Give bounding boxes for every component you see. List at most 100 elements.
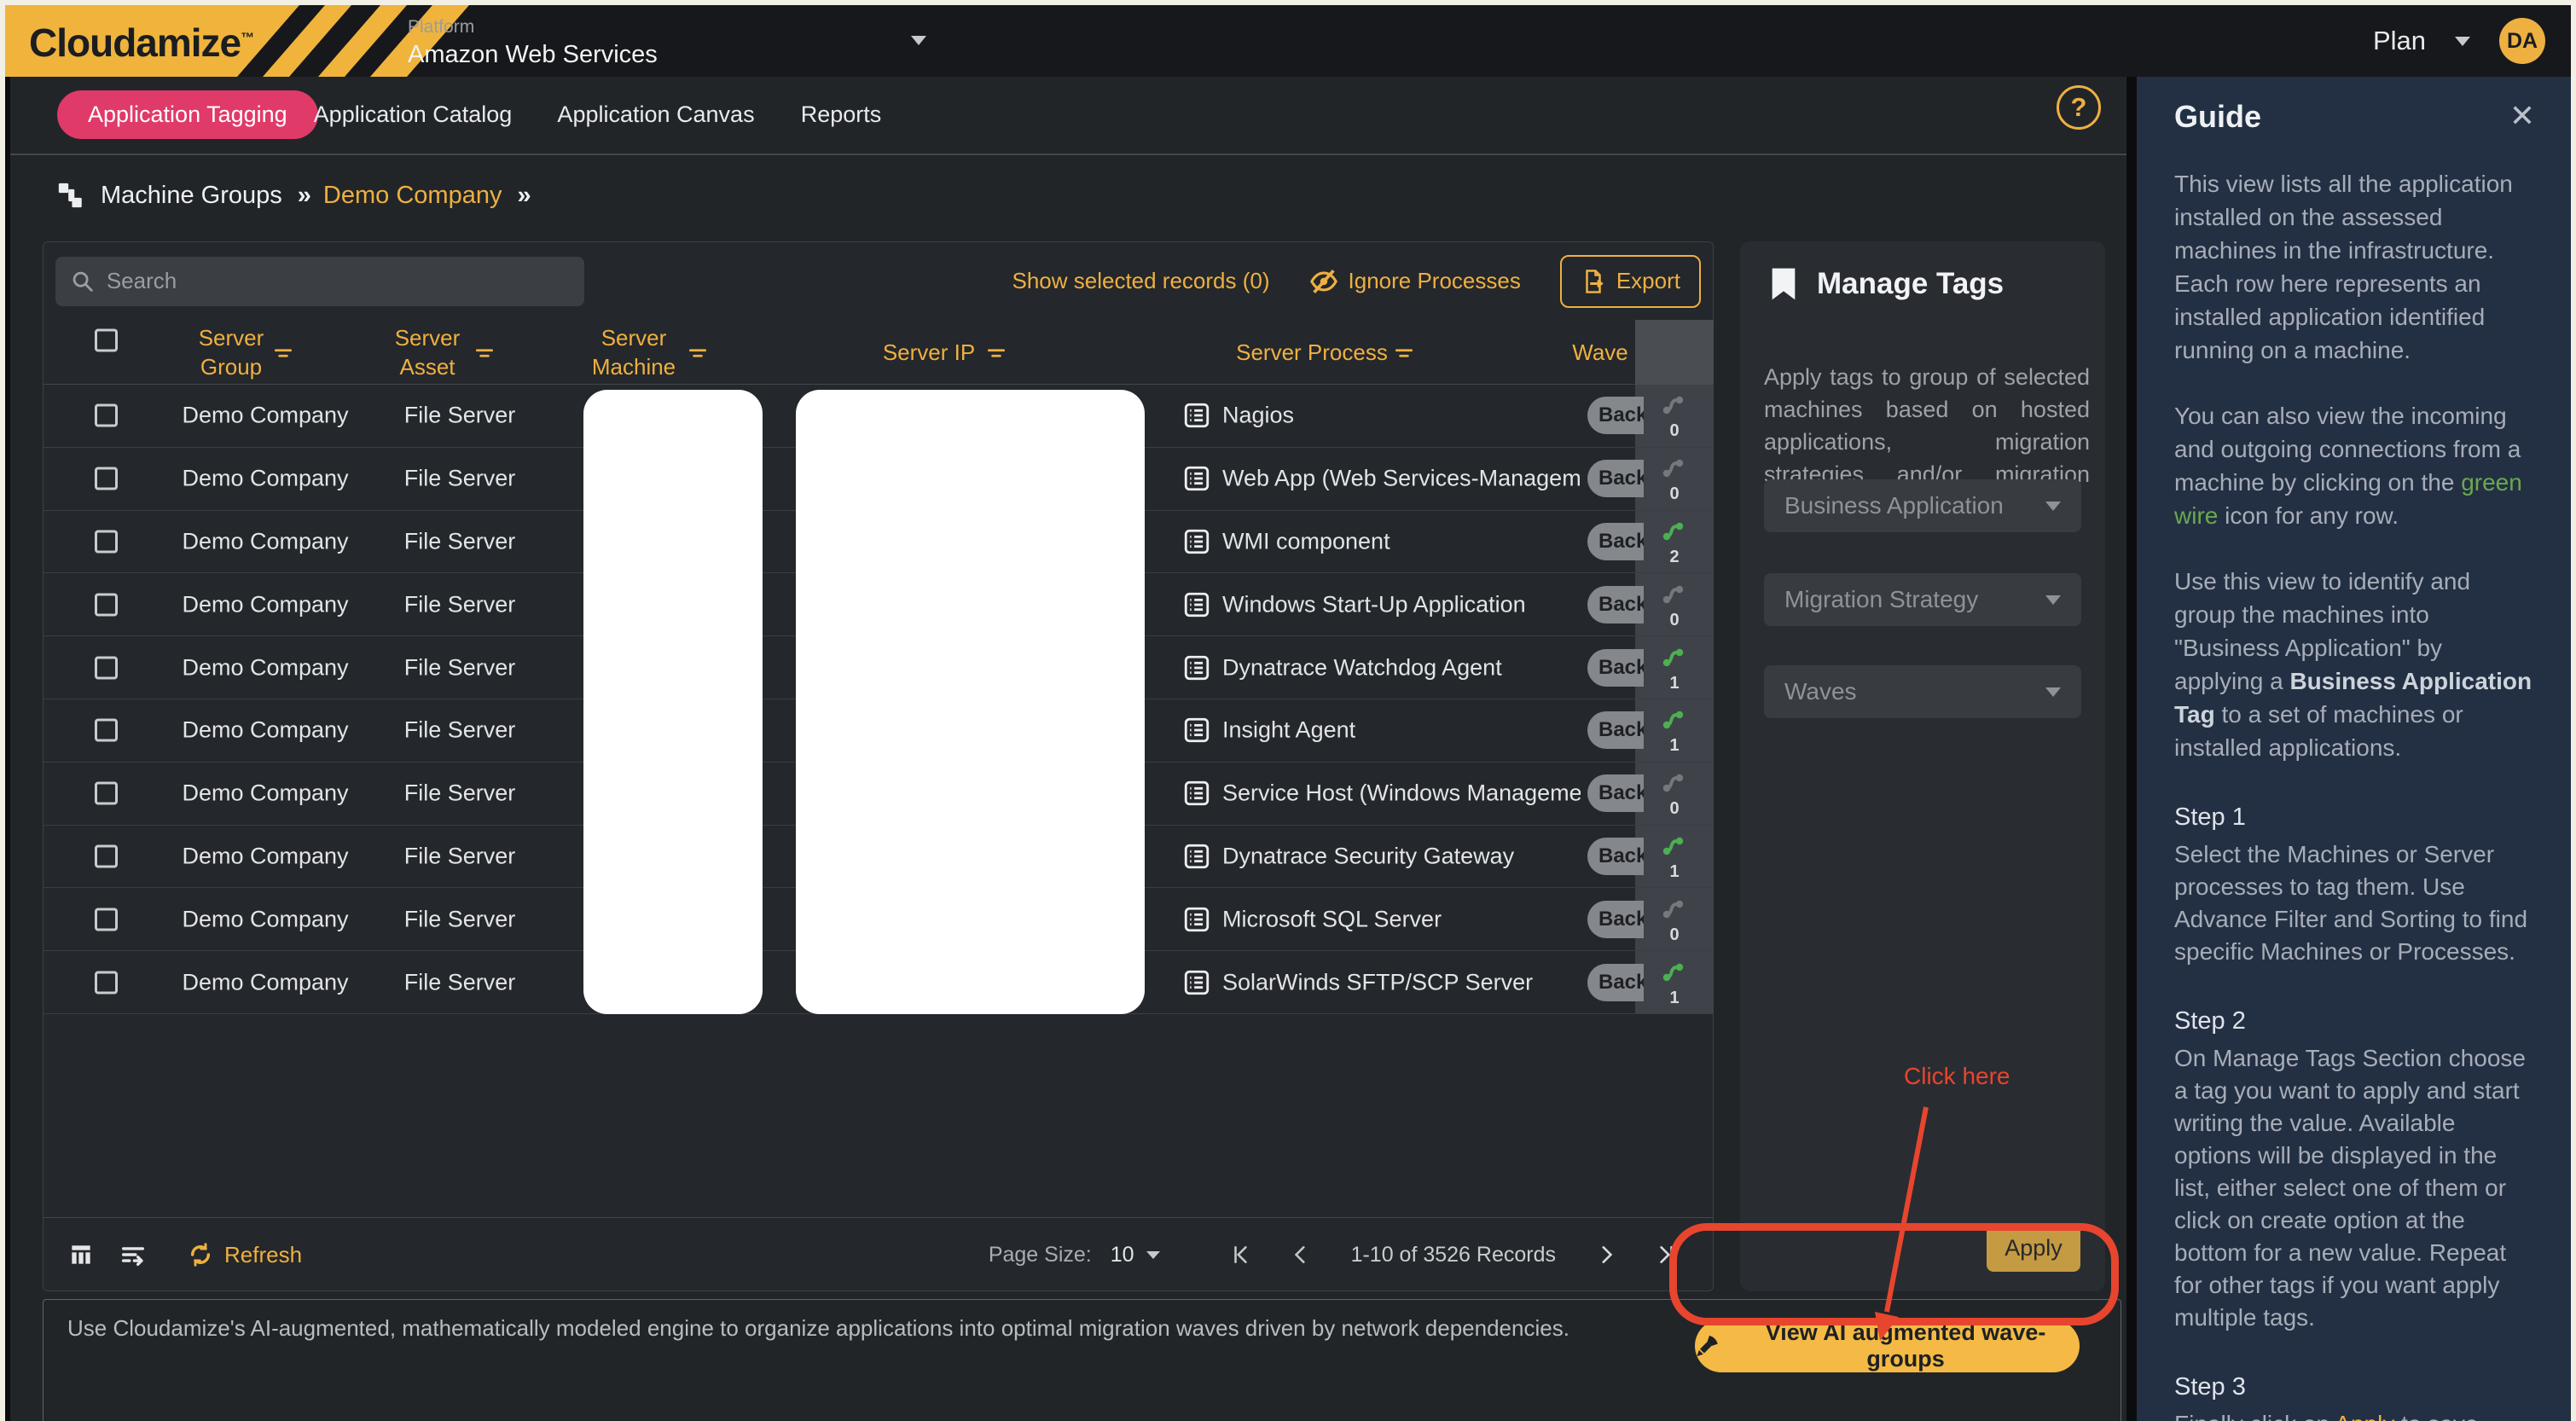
process-icon <box>1182 779 1211 808</box>
prev-page-button[interactable] <box>1271 1244 1331 1266</box>
connections-cell[interactable]: 0 <box>1635 888 1714 950</box>
refresh-button[interactable]: Refresh <box>187 1241 302 1268</box>
wire-icon[interactable] <box>1659 894 1690 925</box>
annotation-arrow <box>1830 1088 1967 1353</box>
search-box[interactable] <box>55 257 584 306</box>
row-checkbox[interactable] <box>95 844 118 867</box>
export-icon <box>1581 269 1606 294</box>
select-all-checkbox[interactable] <box>95 329 118 352</box>
close-icon[interactable]: ✕ <box>2509 101 2535 131</box>
wire-icon[interactable] <box>1659 957 1690 988</box>
ignore-processes-button[interactable]: Ignore Processes <box>1309 267 1521 296</box>
wire-icon[interactable] <box>1659 831 1690 861</box>
business-application-dropdown[interactable]: Business Application <box>1764 479 2081 532</box>
col-server-asset: Server Asset <box>376 323 479 381</box>
show-selected-records[interactable]: Show selected records (0) <box>1012 268 1269 294</box>
connections-cell[interactable]: 2 <box>1635 511 1714 573</box>
tab-application-canvas[interactable]: Application Canvas <box>557 90 754 139</box>
server-process-cell: Web App (Web Services-Management) <box>1222 466 1581 492</box>
breadcrumb-separator: » <box>517 182 527 210</box>
migration-strategy-dropdown[interactable]: Migration Strategy <box>1764 573 2081 626</box>
row-checkbox[interactable] <box>95 719 118 742</box>
row-checkbox[interactable] <box>95 593 118 616</box>
col-server-group: Server Group <box>180 323 282 381</box>
col-server-process: Server Process <box>1236 338 1388 367</box>
first-page-button[interactable] <box>1211 1244 1271 1266</box>
connections-cell[interactable]: 1 <box>1635 636 1714 699</box>
page-size-value[interactable]: 10 <box>1111 1243 1134 1267</box>
filter-icon[interactable] <box>1393 342 1415 364</box>
connections-cell[interactable]: 0 <box>1635 448 1714 510</box>
avatar[interactable]: DA <box>2499 18 2545 64</box>
redaction-box-server-ip <box>796 390 1145 1014</box>
server-process-cell: Insight Agent <box>1222 717 1355 744</box>
server-group-cell: Demo Company <box>182 780 348 807</box>
server-group-cell: Demo Company <box>182 906 348 932</box>
filter-icon[interactable] <box>985 342 1007 364</box>
connections-cell[interactable]: 1 <box>1635 951 1714 1013</box>
server-asset-cell: File Server <box>404 528 516 554</box>
connections-count: 0 <box>1669 484 1679 504</box>
page-size-caret-icon[interactable] <box>1146 1251 1160 1259</box>
row-checkbox[interactable] <box>95 908 118 931</box>
guide-step2-title: Step 2 <box>2174 1007 2537 1035</box>
row-checkbox[interactable] <box>95 467 118 490</box>
server-process-cell: Windows Start-Up Application <box>1222 591 1526 618</box>
waves-dropdown[interactable]: Waves <box>1764 665 2081 718</box>
guide-step1-title: Step 1 <box>2174 803 2537 832</box>
plan-menu[interactable]: Plan <box>2373 26 2426 56</box>
wire-icon[interactable] <box>1659 516 1690 547</box>
connections-cell[interactable]: 1 <box>1635 699 1714 762</box>
export-button[interactable]: Export <box>1560 255 1701 308</box>
wire-icon[interactable] <box>1659 453 1690 484</box>
columns-view-icon[interactable] <box>67 1241 95 1268</box>
row-checkbox[interactable] <box>95 530 118 553</box>
platform-selector[interactable]: Platform Amazon Web Services <box>408 17 658 69</box>
ai-banner-text: Use Cloudamize's AI-augmented, mathemati… <box>67 1315 1569 1342</box>
filter-icon[interactable] <box>473 342 496 364</box>
col-server-ip: Server IP <box>883 338 975 367</box>
process-icon <box>1182 590 1211 619</box>
row-checkbox[interactable] <box>95 404 118 427</box>
connections-cell[interactable]: 0 <box>1635 573 1714 635</box>
filter-icon[interactable] <box>687 342 709 364</box>
breadcrumb: Machine Groups » Demo Company » <box>56 176 528 215</box>
plan-caret-icon[interactable] <box>2455 37 2470 46</box>
server-process-cell: WMI component <box>1222 528 1390 554</box>
wire-icon[interactable] <box>1659 768 1690 798</box>
wire-icon[interactable] <box>1659 705 1690 735</box>
connections-cell[interactable]: 0 <box>1635 385 1714 447</box>
row-checkbox[interactable] <box>95 782 118 805</box>
search-input[interactable] <box>107 268 569 294</box>
brand-name: Cloudamize™ <box>29 20 253 66</box>
row-checkbox[interactable] <box>95 971 118 994</box>
server-process-cell: Service Host (Windows Management In... <box>1222 780 1581 807</box>
table-footer: Refresh Page Size: 10 1-10 of 3526 Recor… <box>44 1217 1713 1291</box>
next-page-button[interactable] <box>1576 1244 1636 1266</box>
server-group-cell: Demo Company <box>182 654 348 681</box>
wire-icon[interactable] <box>1659 579 1690 610</box>
wire-icon[interactable] <box>1659 390 1690 420</box>
filter-icon[interactable] <box>272 342 294 364</box>
connections-cell[interactable]: 1 <box>1635 826 1714 888</box>
wire-icon[interactable] <box>1659 642 1690 673</box>
process-icon <box>1182 527 1211 556</box>
guide-paragraph-1: This view lists all the application inst… <box>2174 167 2537 367</box>
multi-sort-icon[interactable] <box>119 1240 148 1269</box>
tab-application-catalog[interactable]: Application Catalog <box>314 90 513 139</box>
redaction-box-server-machine <box>583 390 763 1014</box>
connections-cell[interactable]: 0 <box>1635 763 1714 825</box>
tab-application-tagging[interactable]: Application Tagging <box>57 90 318 139</box>
platform-caret-icon[interactable] <box>911 36 926 45</box>
guide-title: Guide <box>2174 99 2537 135</box>
col-server-machine: Server Machine <box>583 323 685 381</box>
wave-column-strip <box>1635 320 1714 385</box>
breadcrumb-machine-groups[interactable]: Machine Groups <box>101 182 282 210</box>
help-button[interactable]: ? <box>2057 85 2101 130</box>
server-asset-cell: File Server <box>404 906 516 932</box>
server-process-cell: SolarWinds SFTP/SCP Server <box>1222 969 1533 995</box>
row-checkbox[interactable] <box>95 656 118 679</box>
guide-paragraph-3: Use this view to identify and group the … <box>2174 565 2537 764</box>
tab-reports[interactable]: Reports <box>801 90 882 139</box>
breadcrumb-company[interactable]: Demo Company <box>323 182 502 210</box>
